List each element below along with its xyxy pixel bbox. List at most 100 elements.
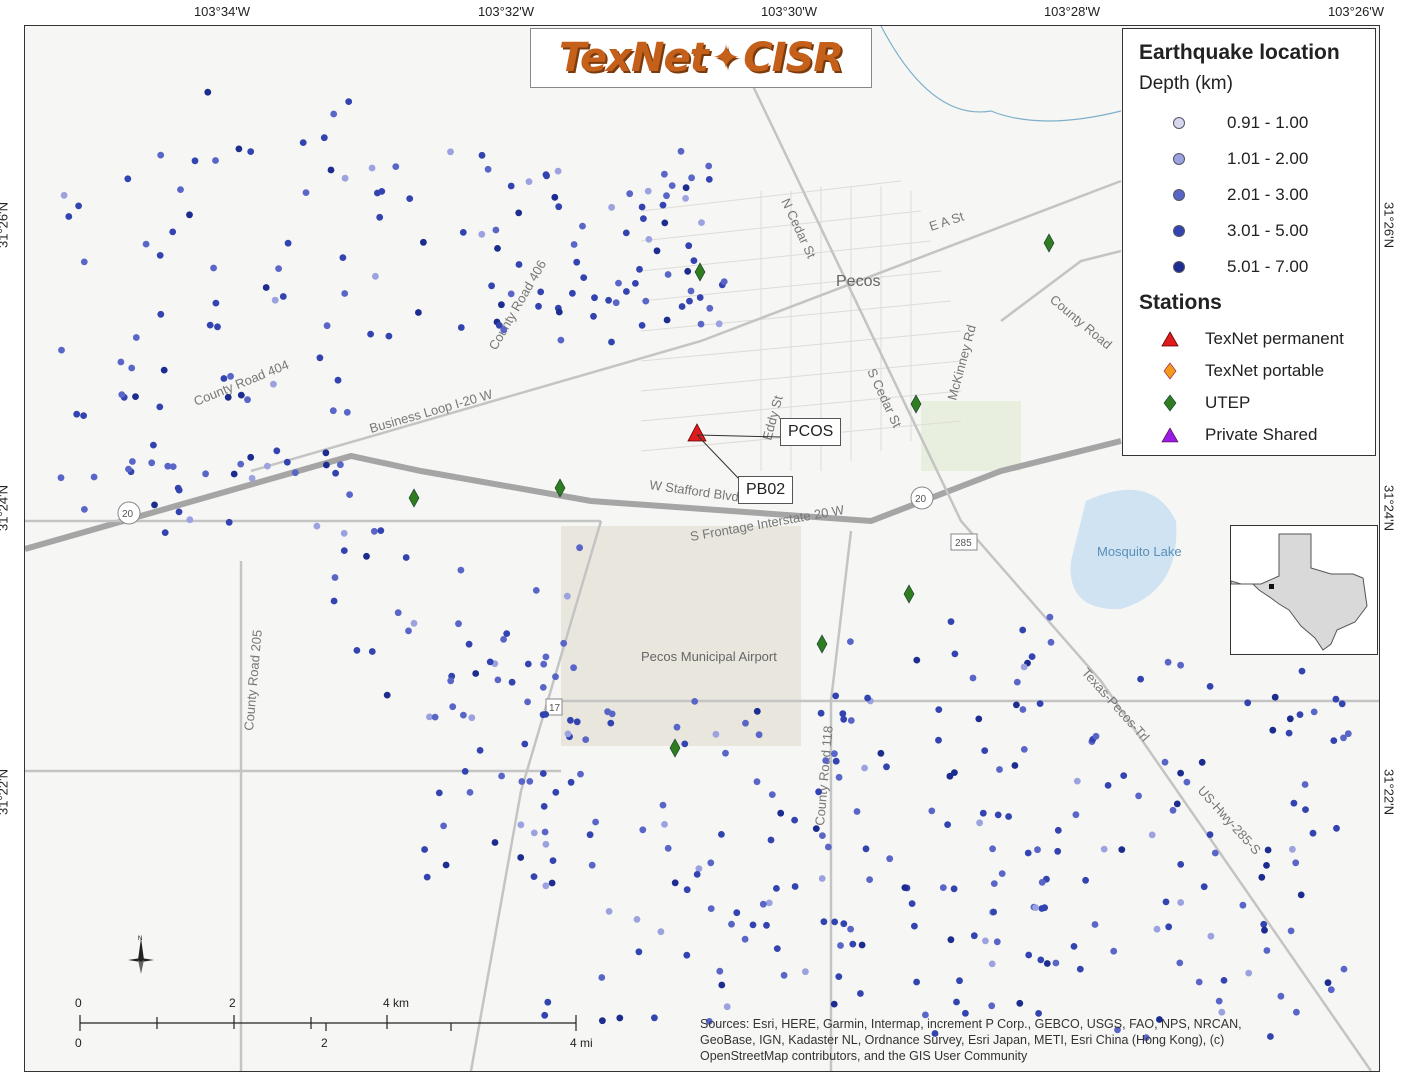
earthquake-point [693,871,701,878]
earthquake-point [657,928,665,936]
earthquake-point [1073,777,1081,785]
earthquake-point [340,547,348,554]
map-attribution: Sources: Esri, HERE, Garmin, Intermap, i… [700,1017,1242,1063]
earthquake-point [484,165,492,173]
earthquake-point [820,918,828,926]
earthquake-point [478,151,486,159]
earthquake-point [330,110,338,118]
earthquake-point [687,287,695,295]
earthquake-point [688,174,695,182]
earthquake-point [830,1000,838,1008]
earthquake-point [1207,932,1215,940]
earthquake-point [1024,849,1032,857]
earthquake-point [681,740,689,748]
earthquake-point [128,364,136,372]
earthquake-point [186,211,193,219]
earthquake-point [1263,947,1271,954]
earthquake-point [377,527,385,534]
earthquake-point [791,816,798,824]
earthquake-point [1054,847,1062,855]
earthquake-point [524,660,532,668]
earthquake-point [392,163,400,171]
earthquake-point [323,461,330,469]
earthquake-point [705,176,713,183]
earthquake-point [1019,706,1027,713]
earthquake-point [406,195,414,203]
earthquake-point [279,293,287,300]
earthquake-point [564,730,572,738]
earthquake-point [129,458,136,465]
earthquake-point [368,648,376,655]
earthquake-point [60,191,68,199]
earthquake-point [1338,700,1346,708]
earthquake-point [1297,891,1305,899]
earthquake-point [1327,986,1335,994]
earthquake-point [573,718,581,726]
earthquake-point [749,921,757,929]
earthquake-point [862,845,870,853]
earthquake-point [832,757,840,765]
earthquake-point [990,880,998,887]
earthquake-point [530,873,538,880]
earthquake-point [65,213,73,220]
earthquake-point [759,900,767,908]
earthquake-point [542,882,550,890]
earthquake-point [1082,876,1089,884]
earthquake-point [376,213,384,221]
earthquake-point [612,299,620,307]
earthquake-point [560,639,568,647]
earthquake-point [849,940,857,948]
earthquake-point [486,658,494,666]
seismogram-icon: ✦ [711,38,740,78]
earthquake-point [334,376,342,384]
earthquake-point [956,977,963,985]
earthquake-point [515,261,523,268]
earthquake-point [661,170,668,178]
earthquake-point [204,88,212,96]
earthquake-point [969,674,977,682]
earthquake-point [651,1014,658,1022]
earthquake-point [686,297,693,305]
earthquake-point [542,653,550,661]
earthquake-point [935,736,942,744]
earthquake-point [567,716,574,724]
earthquake-point [1244,699,1252,707]
earthquake-point [831,918,839,926]
earthquake-point [741,935,749,943]
earthquake-point [1161,758,1169,766]
earthquake-point [668,182,676,190]
earthquake-point [1258,873,1266,881]
earthquake-point [1261,926,1268,934]
station-callout-pb02: PB02 [738,476,794,504]
earthquake-point [653,247,661,255]
earthquake-point [817,709,825,717]
earthquake-point [271,296,279,304]
earthquake-point [1011,762,1019,769]
earthquake-point [1177,899,1185,906]
earthquake-point [742,719,749,727]
earthquake-point [117,358,125,366]
earthquake-point [623,288,630,295]
earthquake-point [608,203,615,211]
earthquake-point [353,647,361,654]
earthquake-point [248,474,256,482]
earthquake-point [440,822,447,830]
earthquake-point [331,574,339,581]
road-label: Business Loop I-20 W [368,386,495,436]
earthquake-point [1177,861,1185,868]
earthquake-point [284,239,292,247]
earthquake-point [661,219,669,227]
earthquake-point [330,597,338,605]
earthquake-point [633,916,641,923]
earthquake-point [1296,711,1304,718]
texnet-permanent-station-marker [687,423,707,442]
lake-label: Mosquito Lake [1097,544,1182,559]
lon-label: 103°32'W [477,4,535,19]
earthquake-point [202,470,210,478]
earthquake-point [214,323,221,331]
earthquake-point [644,187,652,195]
station-callout-pcos: PCOS [780,418,842,446]
earthquake-point [1054,826,1062,834]
earthquake-point [768,791,776,798]
earthquake-point [343,408,351,416]
